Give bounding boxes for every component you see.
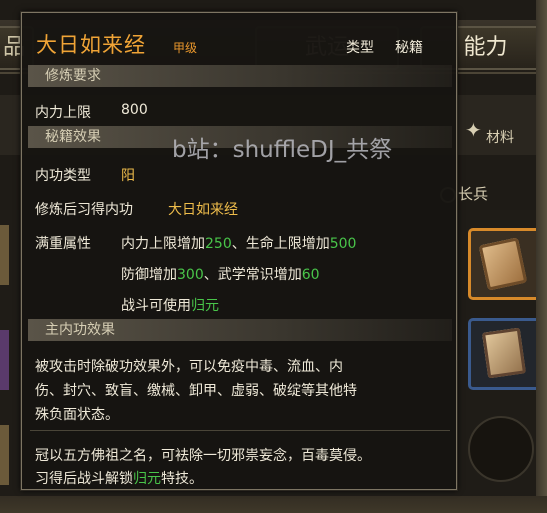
attr-text: 内力上限增加 xyxy=(121,236,205,252)
attr-value: 60 xyxy=(301,267,320,283)
desc-suffix: 特技。 xyxy=(161,471,203,487)
attr-line-2: 防御增加300、武学常识增加60 xyxy=(121,264,320,284)
battle-prefix: 战斗可使用 xyxy=(121,298,191,314)
learn-value: 大日如来经 xyxy=(168,202,238,218)
neigong-type-label: 内功类型 xyxy=(35,168,91,184)
bottom-frame xyxy=(0,496,547,513)
item-title: 大日如来经 xyxy=(36,33,146,57)
inventory-slot-selected[interactable] xyxy=(468,228,542,300)
requirement-header: 修炼要求 xyxy=(28,65,452,87)
attr-value: 250 xyxy=(205,236,232,252)
description-line: 冠以五方佛祖之名，可袪除一切邪祟妄念，百毒莫侵。 xyxy=(35,448,371,464)
main-effect-header: 主内功效果 xyxy=(28,319,452,341)
materials-icon: ✦ xyxy=(465,118,482,142)
item-tooltip: 大日如来经 甲级 类型 秘籍 修炼要求 内力上限 800 秘籍效果 内功类型 阳… xyxy=(21,12,457,490)
materials-filter[interactable]: 材料 xyxy=(486,127,514,147)
item-type-label: 类型 xyxy=(346,40,374,56)
attr-text: 、生命上限增加 xyxy=(231,236,330,252)
desc-prefix: 习得后战斗解锁 xyxy=(35,471,133,487)
main-effect-line: 殊负面状态。 xyxy=(35,407,119,423)
left-slot-edge xyxy=(0,425,9,485)
attr-value: 300 xyxy=(177,267,204,283)
learn-label: 修炼后习得内功 xyxy=(35,202,133,218)
desc-skill: 归元 xyxy=(133,471,161,487)
full-attr-label: 满重属性 xyxy=(35,236,91,252)
battle-usable: 战斗可使用归元 xyxy=(121,295,219,315)
left-slot-edge xyxy=(0,330,9,390)
long-weapon-filter-label: 长兵 xyxy=(458,185,489,203)
neigong-type-value: 阳 xyxy=(121,168,135,184)
description-line: 习得后战斗解锁归元特技。 xyxy=(35,468,203,488)
battle-skill: 归元 xyxy=(191,298,219,314)
book-icon xyxy=(481,327,527,379)
attr-value: 500 xyxy=(329,236,357,252)
req-value: 800 xyxy=(121,102,148,118)
right-frame xyxy=(536,0,547,513)
req-name: 内力上限 xyxy=(35,105,91,121)
book-icon xyxy=(478,237,528,291)
attr-text: 、武学常识增加 xyxy=(203,267,302,283)
attr-line-1: 内力上限增加250、生命上限增加500 xyxy=(121,233,356,253)
item-grade: 甲级 xyxy=(173,41,198,55)
inventory-slot-empty[interactable] xyxy=(468,416,534,482)
left-slot-edge xyxy=(0,225,9,285)
item-type-value: 秘籍 xyxy=(395,40,423,56)
inventory-slot[interactable] xyxy=(468,318,542,390)
watermark: b站：shuffleDJ_共祭 xyxy=(172,137,393,163)
attr-text: 防御增加 xyxy=(121,267,177,283)
main-effect-line: 伤、封穴、致盲、缴械、卸甲、虚弱、破绽等其他特 xyxy=(35,383,357,399)
main-effect-line: 被攻击时除破功效果外，可以免疫中毒、流血、内 xyxy=(35,359,343,375)
divider xyxy=(30,430,450,431)
